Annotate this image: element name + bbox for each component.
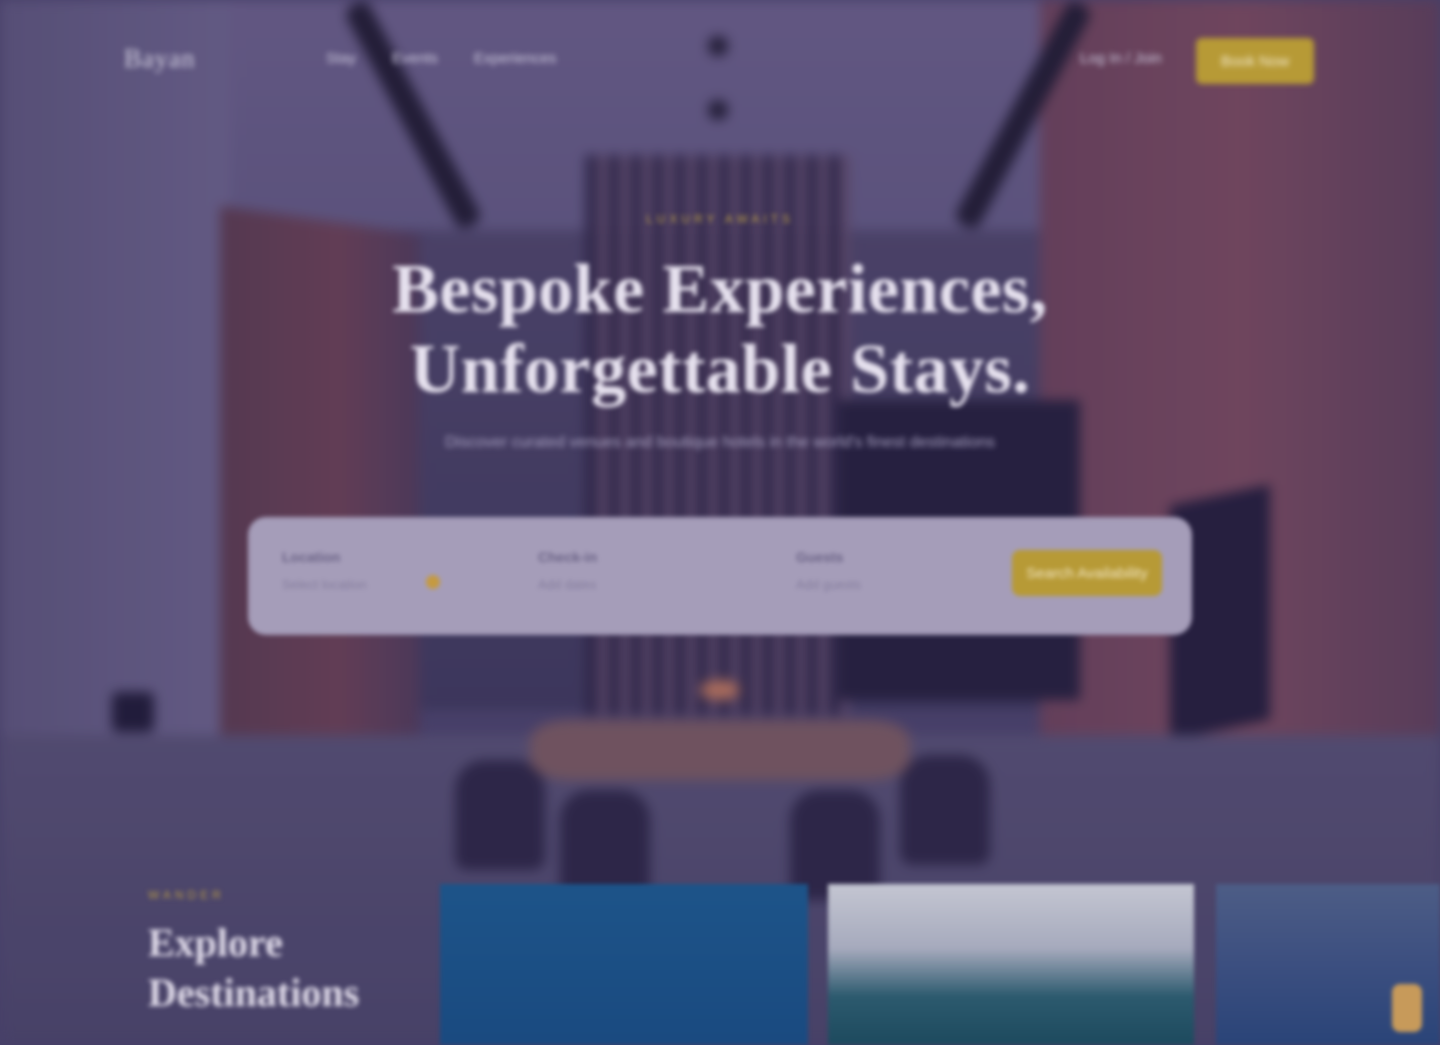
brand-logo[interactable]: Bayan — [124, 44, 195, 74]
hero-headline: Bespoke Experiences, Unforgettable Stays… — [0, 250, 1440, 410]
login-link[interactable]: Log In / Join — [1080, 50, 1162, 67]
destination-card-coast[interactable] — [828, 884, 1194, 1045]
destinations-title: Explore Destinations — [148, 918, 359, 1018]
hero-subtitle: Discover curated venues and boutique hot… — [444, 434, 996, 451]
destination-card-sea[interactable] — [1216, 884, 1440, 1045]
location-value[interactable]: Select location — [282, 577, 367, 592]
hero-section: LUXURY AWAITS Bespoke Experiences, Unfor… — [0, 210, 1440, 452]
hero-eyebrow: LUXURY AWAITS — [645, 212, 795, 226]
destination-card-ocean[interactable] — [440, 884, 808, 1045]
nav-events[interactable]: Events — [392, 50, 438, 67]
headline-line-1: Bespoke Experiences, — [392, 251, 1048, 328]
buoy-image — [1392, 984, 1422, 1032]
nav-stay[interactable]: Stay — [326, 50, 356, 67]
destinations-eyebrow: WANDER — [148, 888, 225, 902]
search-card: Location Select location Check-in Add da… — [248, 517, 1192, 635]
location-label: Location — [282, 549, 341, 565]
guests-field[interactable]: Guests Add guests — [796, 549, 861, 592]
search-button[interactable]: Search Availability — [1012, 550, 1162, 596]
checkin-label: Check-in — [538, 549, 598, 565]
nav-experiences[interactable]: Experiences — [474, 50, 557, 67]
book-now-button[interactable]: Book Now — [1196, 38, 1314, 84]
destinations-title-line-2: Destinations — [148, 970, 360, 1015]
guests-value[interactable]: Add guests — [796, 577, 861, 592]
checkin-value[interactable]: Add dates — [538, 577, 597, 592]
destinations-title-line-1: Explore — [148, 920, 283, 965]
checkin-field[interactable]: Check-in Add dates — [538, 549, 597, 592]
location-field[interactable]: Location Select location — [282, 549, 367, 592]
main-nav: Stay Events Experiences — [326, 50, 556, 67]
location-pin-icon — [426, 575, 440, 589]
headline-line-2: Unforgettable Stays. — [409, 331, 1031, 408]
guests-label: Guests — [796, 549, 844, 565]
site-header: Bayan Stay Events Experiences Log In / J… — [0, 0, 1440, 120]
